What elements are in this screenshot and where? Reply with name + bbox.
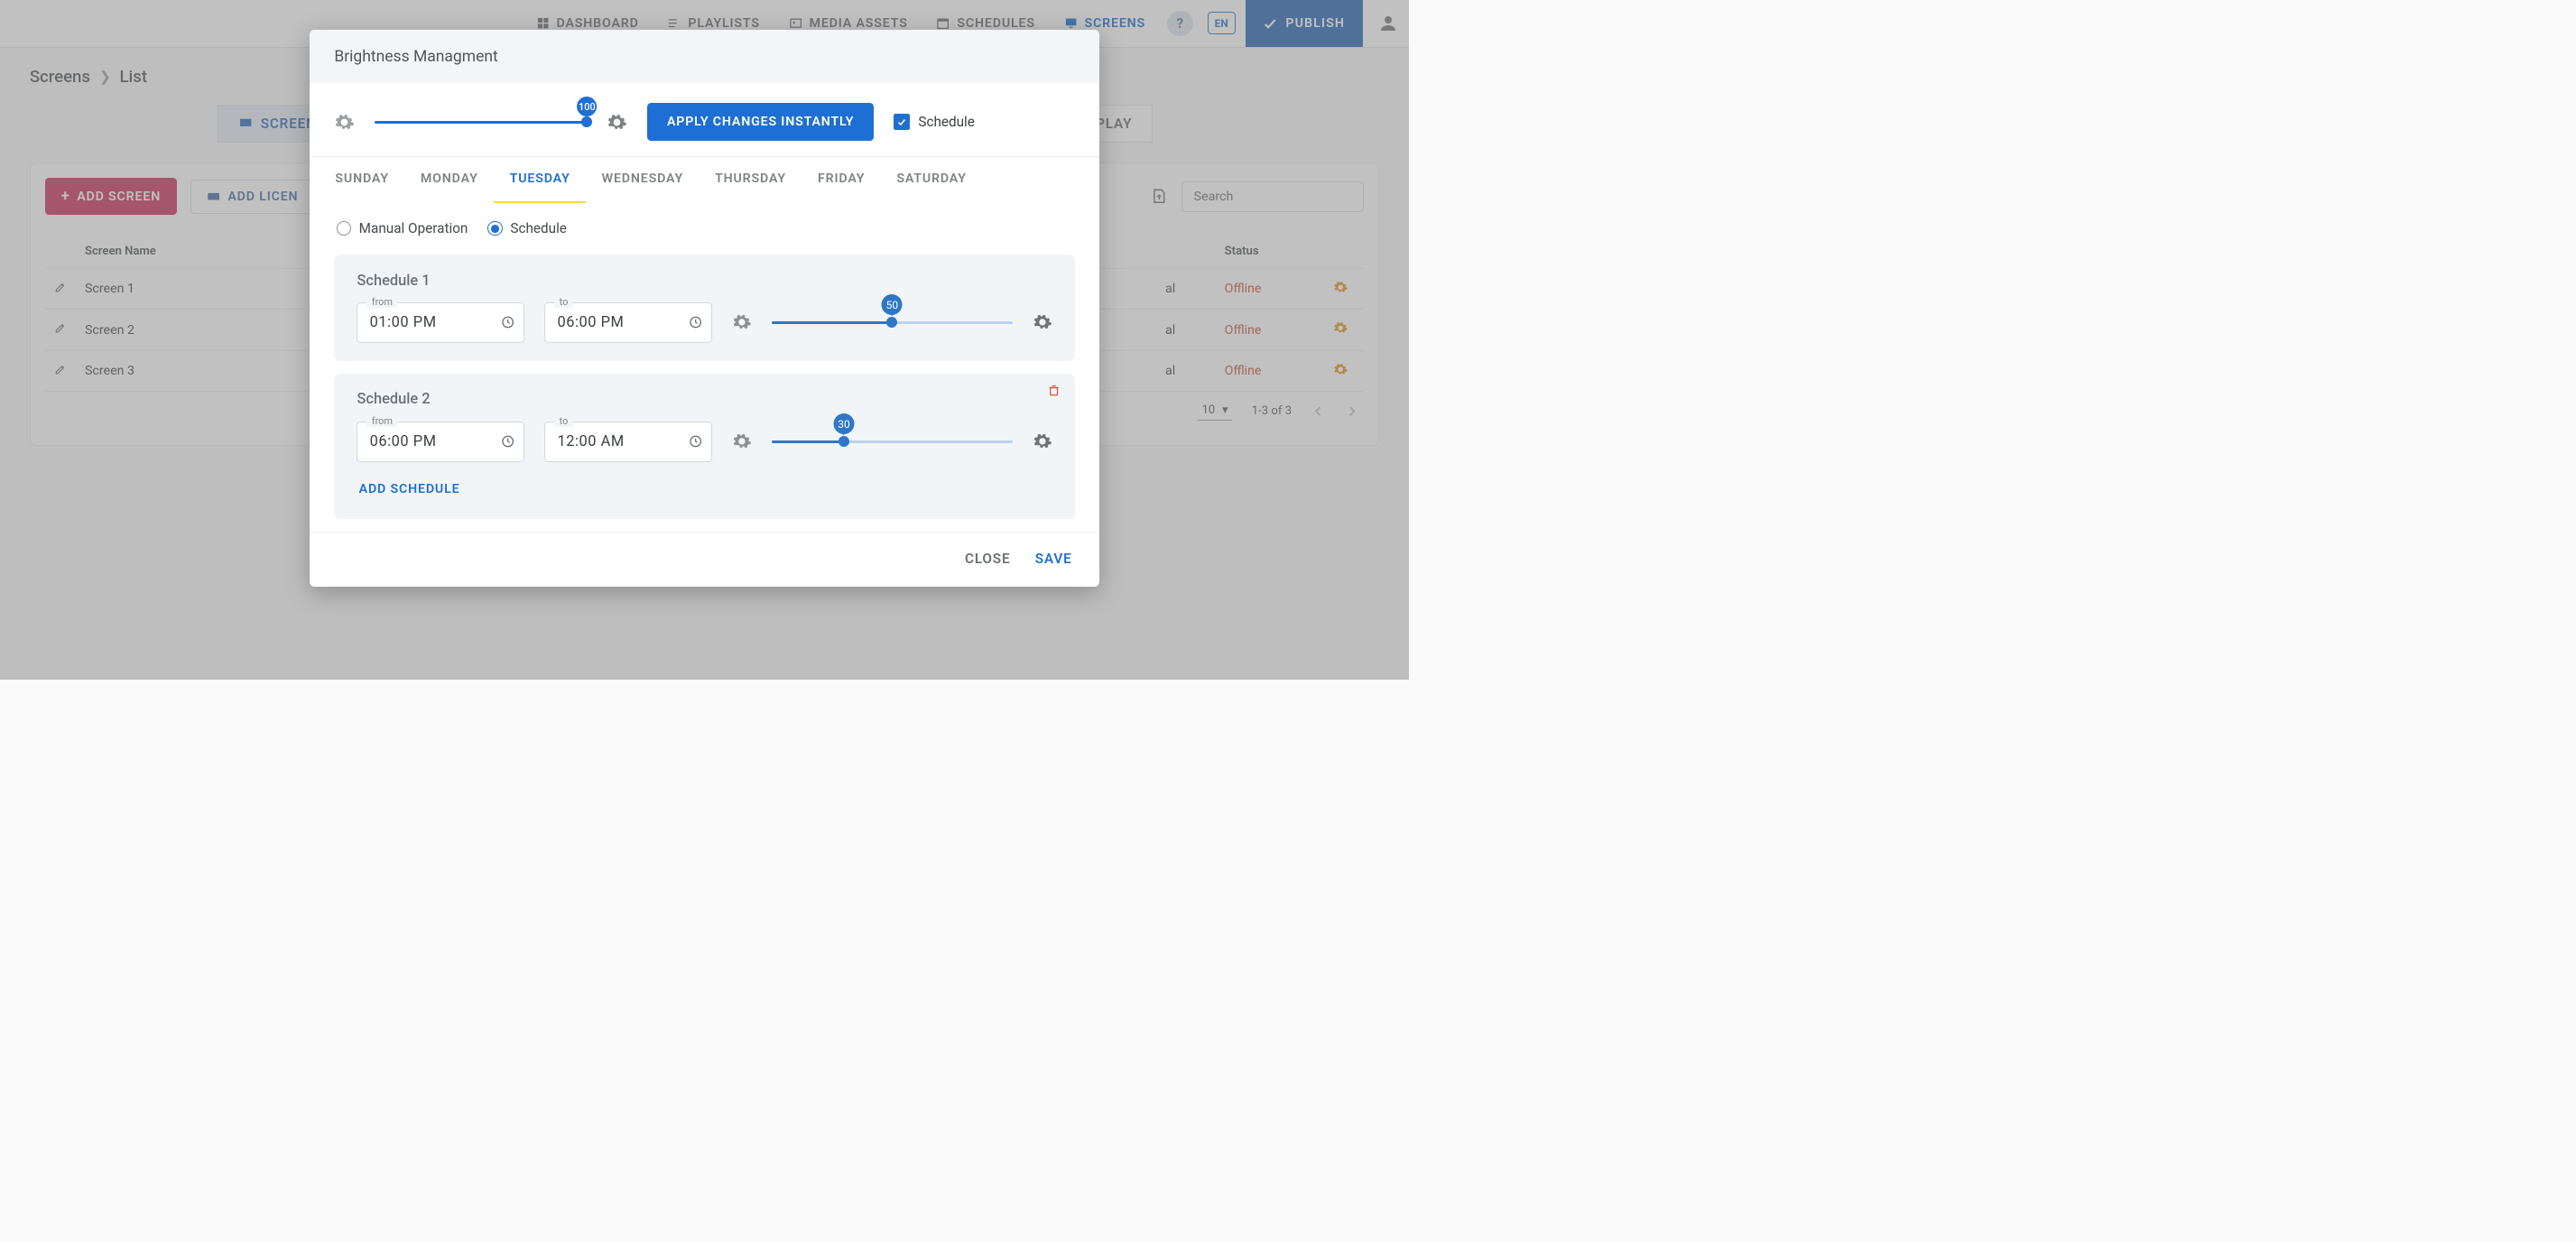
check-icon: [896, 116, 907, 127]
radio-schedule[interactable]: Schedule: [487, 220, 567, 236]
field-value: 01:00 PM: [370, 314, 437, 331]
schedule-checkbox-row[interactable]: Schedule: [894, 114, 975, 130]
to-time-input[interactable]: to 06:00 PM: [544, 302, 712, 343]
day-tab-tuesday[interactable]: TUESDAY: [494, 157, 586, 203]
field-label: from: [366, 296, 397, 308]
schedule-brightness-slider[interactable]: 50: [772, 321, 1013, 324]
radio-label: Schedule: [510, 220, 567, 236]
field-label: to: [554, 415, 573, 427]
schedule-title: Schedule 2: [357, 391, 1052, 408]
clock-icon: [501, 435, 514, 449]
day-tab-sunday[interactable]: SUNDAY: [320, 157, 405, 203]
gear-icon: [607, 112, 627, 133]
apply-changes-button[interactable]: APPLY CHANGES INSTANTLY: [647, 103, 874, 141]
day-tab-monday[interactable]: MONDAY: [404, 157, 494, 203]
slider-value: 30: [834, 413, 855, 434]
modal-title: Brightness Managment: [310, 30, 1099, 83]
radio-icon: [487, 221, 502, 236]
slider-value: 100: [577, 97, 597, 116]
gear-icon: [732, 431, 752, 451]
day-tab-wednesday[interactable]: WEDNESDAY: [586, 157, 699, 203]
clock-icon: [689, 435, 702, 449]
schedule-brightness-slider[interactable]: 30: [772, 440, 1013, 443]
schedule-checkbox-label: Schedule: [918, 114, 975, 130]
save-button[interactable]: SAVE: [1035, 551, 1072, 567]
gear-icon: [732, 312, 752, 332]
field-value: 12:00 AM: [557, 433, 624, 450]
from-time-input[interactable]: from 06:00 PM: [357, 422, 524, 462]
field-value: 06:00 PM: [370, 433, 437, 450]
field-value: 06:00 PM: [557, 314, 624, 331]
gear-icon: [1033, 312, 1052, 332]
day-tab-thursday[interactable]: THURSDAY: [700, 157, 802, 203]
slider-value: 50: [882, 294, 903, 315]
brightness-main-row: 100 APPLY CHANGES INSTANTLY Schedule: [334, 103, 1075, 141]
day-tab-friday[interactable]: FRIDAY: [802, 157, 880, 203]
radio-icon: [337, 221, 351, 236]
modal-footer: CLOSE SAVE: [310, 532, 1099, 587]
mode-row: Manual Operation Schedule: [334, 203, 1075, 255]
schedule-title: Schedule 1: [357, 273, 1052, 290]
radio-label: Manual Operation: [359, 220, 468, 236]
schedule-card: Schedule 1 from 01:00 PM to 06:00 PM 50: [334, 255, 1075, 361]
gear-icon: [334, 112, 355, 133]
from-time-input[interactable]: from 01:00 PM: [357, 302, 524, 343]
delete-icon[interactable]: [1047, 384, 1061, 397]
field-label: to: [554, 296, 573, 308]
brightness-modal: Brightness Managment 100 APPLY CHANGES I…: [310, 30, 1099, 587]
add-schedule-button[interactable]: ADD SCHEDULE: [357, 477, 1052, 501]
day-tabs: SUNDAYMONDAYTUESDAYWEDNESDAYTHURSDAYFRID…: [310, 156, 1099, 203]
radio-manual[interactable]: Manual Operation: [337, 220, 468, 236]
gear-icon: [1033, 431, 1052, 451]
day-tab-saturday[interactable]: SATURDAY: [881, 157, 982, 203]
to-time-input[interactable]: to 12:00 AM: [544, 422, 712, 462]
clock-icon: [689, 316, 702, 329]
modal-overlay: Brightness Managment 100 APPLY CHANGES I…: [0, 0, 1409, 680]
clock-icon: [501, 316, 514, 329]
schedule-card: Schedule 2 from 06:00 PM to 12:00 AM 30 …: [334, 374, 1075, 519]
close-button[interactable]: CLOSE: [965, 551, 1010, 567]
modal-body: 100 APPLY CHANGES INSTANTLY Schedule SUN…: [310, 83, 1099, 519]
schedule-checkbox[interactable]: [894, 114, 910, 130]
field-label: from: [366, 415, 397, 427]
main-brightness-slider[interactable]: 100: [375, 121, 587, 124]
